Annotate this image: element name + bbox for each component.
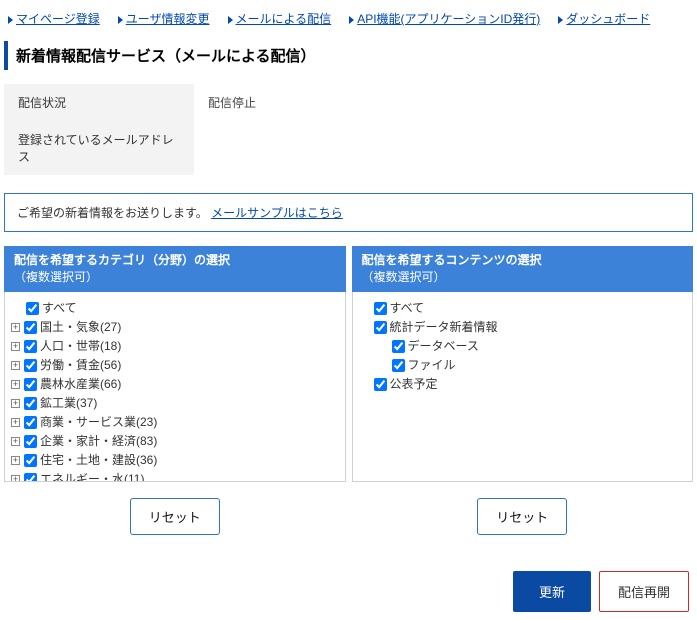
content-item-label: すべて [390, 301, 425, 315]
category-item: + 企業・家計・経済(83) [11, 431, 339, 450]
expand-icon[interactable]: + [11, 437, 20, 446]
content-panel-header: 配信を希望するコンテンツの選択 （複数選択可） [352, 246, 694, 292]
content-item: すべて [359, 298, 687, 317]
category-checkbox[interactable] [24, 454, 37, 467]
content-tree[interactable]: すべて統計データ新着情報データベースファイル公表予定 [352, 292, 694, 482]
category-checkbox[interactable] [24, 321, 37, 334]
category-item: + エネルギー・水(11) [11, 469, 339, 482]
page-title: 新着情報配信サービス（メールによる配信） [4, 41, 693, 70]
category-checkbox[interactable] [24, 397, 37, 410]
content-item: 公表予定 [359, 374, 687, 393]
content-item-label: データベース [408, 339, 479, 353]
nav-mypage[interactable]: マイページ登録 [8, 10, 100, 27]
content-panel-subtitle: （複数選択可） [362, 269, 684, 286]
content-checkbox[interactable] [374, 378, 387, 391]
email-label: 登録されているメールアドレス [4, 121, 194, 175]
category-item-label: 住宅・土地・建設(36) [40, 453, 157, 467]
content-checkbox[interactable] [374, 302, 387, 315]
mail-sample-link[interactable]: メールサンプルはこちら [211, 206, 343, 220]
caret-icon [228, 16, 233, 24]
content-reset-button[interactable]: リセット [477, 498, 567, 535]
nav-mail-delivery[interactable]: メールによる配信 [228, 10, 332, 27]
category-item: すべて [11, 298, 339, 317]
nav-userinfo[interactable]: ユーザ情報変更 [118, 10, 210, 27]
content-item: データベース [359, 336, 687, 355]
notice-box: ご希望の新着情報をお送りします。 メールサンプルはこちら [4, 193, 693, 232]
category-item-label: 人口・世帯(18) [40, 339, 121, 353]
category-item: + 商業・サービス業(23) [11, 412, 339, 431]
category-checkbox[interactable] [26, 302, 39, 315]
bottom-action-bar: 更新 配信再開 [4, 543, 693, 616]
expand-icon[interactable]: + [11, 418, 20, 427]
category-checkbox[interactable] [24, 340, 37, 353]
expand-icon[interactable]: + [11, 342, 20, 351]
expand-icon[interactable]: + [11, 399, 20, 408]
content-item-label: 公表予定 [390, 377, 438, 391]
caret-icon [118, 16, 123, 24]
caret-icon [558, 16, 563, 24]
category-panel: 配信を希望するカテゴリ（分野）の選択 （複数選択可） すべて + 国土・気象(27)… [4, 246, 346, 543]
category-item-label: 労働・賃金(56) [40, 358, 121, 372]
category-checkbox[interactable] [24, 359, 37, 372]
notice-text: ご希望の新着情報をお送りします。 [17, 206, 208, 220]
category-panel-header: 配信を希望するカテゴリ（分野）の選択 （複数選択可） [4, 246, 346, 292]
content-checkbox[interactable] [392, 359, 405, 372]
content-panel: 配信を希望するコンテンツの選択 （複数選択可） すべて統計データ新着情報データベ… [352, 246, 694, 543]
category-item: + 国土・気象(27) [11, 317, 339, 336]
nav-api[interactable]: API機能(アプリケーションID発行) [349, 10, 540, 27]
content-item-label: 統計データ新着情報 [390, 320, 498, 334]
category-item: + 住宅・土地・建設(36) [11, 450, 339, 469]
expand-icon[interactable]: + [11, 456, 20, 465]
category-item-label: 企業・家計・経済(83) [40, 434, 157, 448]
status-label: 配信状況 [4, 84, 194, 121]
nav-dashboard[interactable]: ダッシュボード [558, 10, 650, 27]
category-item-label: 鉱工業(37) [40, 396, 97, 410]
content-checkbox[interactable] [392, 340, 405, 353]
category-item-label: エネルギー・水(11) [40, 472, 144, 482]
info-table: 配信状況 配信停止 登録されているメールアドレス [4, 84, 693, 175]
category-panel-subtitle: （複数選択可） [14, 269, 336, 286]
expand-icon[interactable]: + [11, 323, 20, 332]
resume-delivery-button[interactable]: 配信再開 [599, 571, 689, 612]
caret-icon [349, 16, 354, 24]
content-item: ファイル [359, 355, 687, 374]
top-nav: マイページ登録 ユーザ情報変更 メールによる配信 API機能(アプリケーションI… [4, 4, 693, 37]
category-item-label: 国土・気象(27) [40, 320, 121, 334]
caret-icon [8, 16, 13, 24]
category-item: + 労働・賃金(56) [11, 355, 339, 374]
category-item-label: 商業・サービス業(23) [40, 415, 157, 429]
content-panel-title: 配信を希望するコンテンツの選択 [362, 252, 684, 269]
category-tree[interactable]: すべて + 国土・気象(27) + 人口・世帯(18) + 労働・賃金(56) + 農林水産業(… [4, 292, 346, 482]
content-checkbox[interactable] [374, 321, 387, 334]
category-item-label: 農林水産業(66) [40, 377, 121, 391]
category-item: + 人口・世帯(18) [11, 336, 339, 355]
category-item: + 農林水産業(66) [11, 374, 339, 393]
category-checkbox[interactable] [24, 473, 37, 482]
expand-icon[interactable]: + [11, 475, 20, 482]
category-reset-button[interactable]: リセット [130, 498, 220, 535]
email-value [194, 121, 693, 175]
category-checkbox[interactable] [24, 416, 37, 429]
category-panel-title: 配信を希望するカテゴリ（分野）の選択 [14, 252, 336, 269]
category-item: + 鉱工業(37) [11, 393, 339, 412]
category-checkbox[interactable] [24, 378, 37, 391]
category-item-label: すべて [42, 301, 77, 315]
expand-icon[interactable]: + [11, 380, 20, 389]
expand-icon[interactable]: + [11, 361, 20, 370]
category-checkbox[interactable] [24, 435, 37, 448]
content-item-label: ファイル [408, 358, 456, 372]
status-value: 配信停止 [194, 84, 693, 121]
content-item: 統計データ新着情報 [359, 317, 687, 336]
update-button[interactable]: 更新 [513, 571, 591, 612]
